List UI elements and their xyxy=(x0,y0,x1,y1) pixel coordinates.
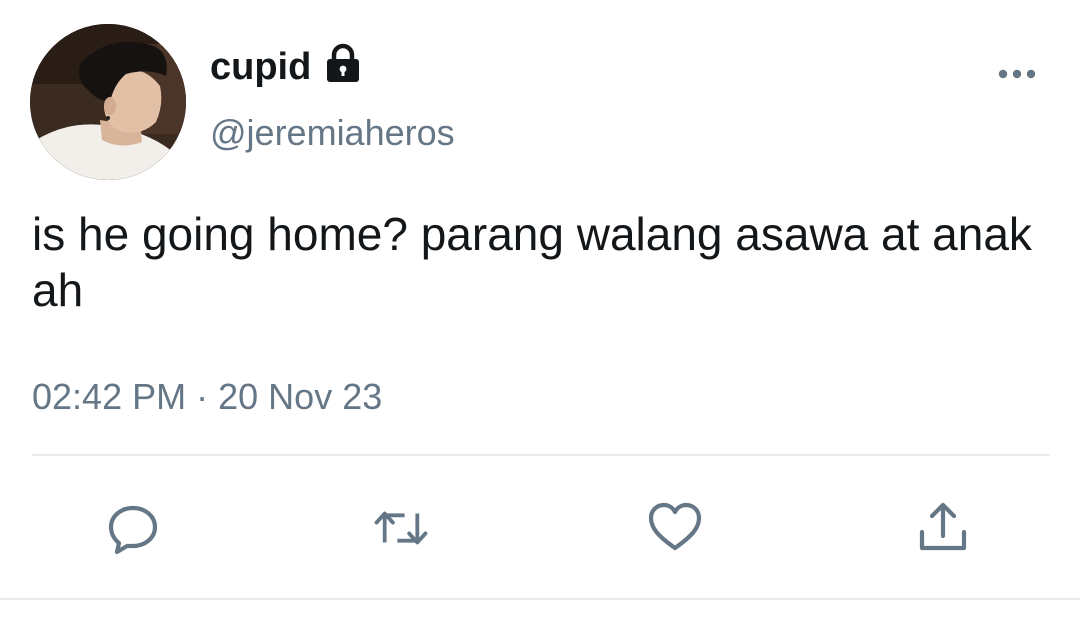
display-name[interactable]: cupid xyxy=(210,44,311,90)
tweet-text: is he going home? parang walang asawa at… xyxy=(32,208,1032,316)
tweet-card: cupid @jeremiaheros is he going home? pa… xyxy=(0,0,1080,618)
tweet-time: 02:42 PM xyxy=(32,376,187,417)
user-handle[interactable]: @jeremiaheros xyxy=(210,110,455,156)
like-icon xyxy=(648,502,702,551)
avatar[interactable] xyxy=(30,24,186,180)
like-button[interactable] xyxy=(646,500,704,556)
tweet-date: 20 Nov 23 xyxy=(218,376,383,417)
share-button[interactable] xyxy=(914,500,972,556)
meta-separator: · xyxy=(196,376,209,417)
retweet-icon xyxy=(374,511,428,545)
reply-button[interactable] xyxy=(104,500,162,556)
reply-icon xyxy=(108,505,158,555)
bottom-divider xyxy=(0,598,1080,600)
more-icon[interactable] xyxy=(996,62,1038,86)
divider xyxy=(32,454,1050,456)
avatar-image xyxy=(30,24,186,180)
share-icon xyxy=(919,502,967,551)
retweet-button[interactable] xyxy=(372,500,430,556)
lock-icon xyxy=(327,43,359,82)
tweet-timestamp[interactable]: 02:42 PM · 20 Nov 23 xyxy=(32,374,382,420)
